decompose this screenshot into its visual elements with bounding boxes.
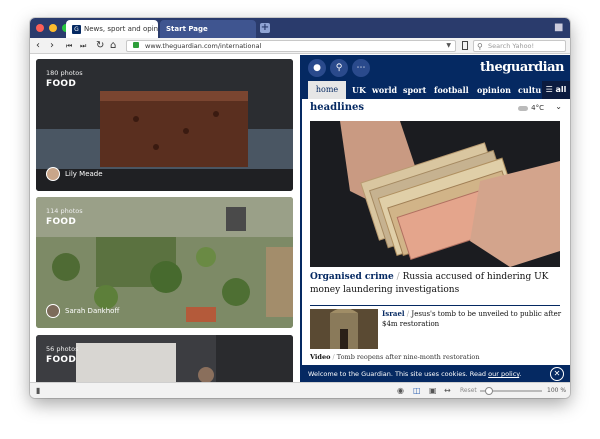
photo-count: 180 photos [46, 69, 83, 77]
fast-forward-icon[interactable]: ⏭ [80, 39, 86, 53]
cookie-text-end: . [519, 370, 522, 378]
more-icon[interactable]: ⋯ [352, 59, 370, 77]
browser-window: GNews, sport and opinion from Start Page… [30, 18, 570, 398]
bookmark-icon[interactable] [462, 41, 468, 50]
guardian-favicon-icon: G [72, 24, 81, 34]
address-bar[interactable]: www.theguardian.com/international ▼ [126, 40, 456, 52]
tab-label: News, sport and opinion from [84, 25, 158, 33]
lead-story-image[interactable] [310, 121, 560, 267]
close-window-button[interactable] [36, 24, 44, 32]
tab-guardian[interactable]: GNews, sport and opinion from [66, 20, 158, 38]
lock-icon [133, 42, 139, 48]
temperature: 4°C [531, 104, 544, 112]
cookie-text: Welcome to the Guardian. This site uses … [308, 370, 487, 378]
nav-item-world[interactable]: world [372, 81, 397, 99]
nav-item-home[interactable]: home [308, 81, 346, 99]
banknotes-photo [310, 121, 560, 267]
guardian-header: ● ⚲ ⋯ theguardian [302, 55, 570, 81]
nav-item-football[interactable]: football [434, 81, 469, 99]
story-kicker: Israel [382, 309, 405, 318]
lead-story[interactable]: Organised crime / Russia accused of hind… [310, 271, 560, 297]
new-tab-button[interactable]: + [260, 23, 270, 33]
card-title: FOOD [46, 79, 77, 89]
kicker-separator: / [396, 272, 400, 282]
reload-icon[interactable]: ↻ [96, 39, 104, 53]
nav-item-culture[interactable]: cultu [518, 81, 541, 99]
url-text: www.theguardian.com/international [145, 42, 262, 50]
trash-icon[interactable]: ■ [554, 22, 564, 34]
all-label: all [555, 85, 567, 94]
zoom-level: 100 % [547, 387, 567, 394]
code-icon[interactable]: ↔ [444, 385, 451, 397]
tiling-icon[interactable]: ◫ [413, 385, 421, 397]
zoom-slider-handle[interactable] [485, 387, 494, 395]
tab-label: Start Page [166, 25, 208, 33]
photo-panel: 180 photos FOOD Lily Meade 114 photos FO… [30, 55, 298, 382]
tomb-photo [310, 308, 378, 349]
minimize-window-button[interactable] [49, 24, 57, 32]
section-nav: home UK world sport football opinion cul… [302, 81, 570, 99]
tab-bar: GNews, sport and opinion from Start Page… [30, 18, 570, 38]
nav-item-uk[interactable]: UK [352, 81, 366, 99]
zoom-reset-button[interactable]: Reset [460, 387, 477, 394]
divider [310, 305, 560, 306]
home-icon[interactable]: ⌂ [110, 39, 116, 53]
chevron-down-icon[interactable]: ⌄ [555, 102, 562, 111]
section-title: headlines [310, 102, 364, 113]
image-icon[interactable]: ▣ [429, 385, 437, 397]
story-kicker: Video [310, 353, 331, 361]
story-thumbnail[interactable] [310, 308, 378, 349]
kicker-separator: / [332, 353, 335, 361]
photo-card[interactable]: 180 photos FOOD Lily Meade [36, 59, 293, 191]
story-item[interactable]: Video / Tomb reopens after nine-month re… [310, 353, 480, 361]
avatar [46, 304, 60, 318]
forward-arrow-icon[interactable]: › [50, 39, 54, 53]
back-arrow-icon[interactable]: ‹ [36, 39, 40, 53]
photo-card[interactable]: 114 photos FOOD Sarah Dankhoff [36, 197, 293, 328]
panel-toggle-icon[interactable]: ▮ [36, 385, 40, 397]
story-kicker: Organised crime [310, 272, 394, 282]
navigation-bar: ‹ › ⏮ ⏭ ↻ ⌂ www.theguardian.com/internat… [30, 38, 570, 54]
search-placeholder: Search Yahoo! [488, 42, 535, 50]
guardian-panel: ● ⚲ ⋯ theguardian home UK world sport fo… [300, 55, 570, 382]
status-bar: ▮ ◉ ◫ ▣ ↔ Reset 100 % [30, 382, 570, 398]
nav-item-sport[interactable]: sport [403, 81, 426, 99]
card-title: FOOD [46, 355, 77, 365]
chevron-down-icon[interactable]: ▼ [446, 41, 451, 51]
author-name: Sarah Dankhoff [65, 307, 120, 315]
search-input[interactable]: ⚲ Search Yahoo! [473, 40, 566, 52]
photo-card[interactable]: 56 photos FOOD [36, 335, 293, 382]
story-headline: Tomb reopens after nine-month restoratio… [336, 353, 480, 361]
traffic-lights [36, 24, 70, 32]
all-sections-button[interactable]: ☰ all [542, 81, 570, 99]
cookie-banner: Welcome to the Guardian. This site uses … [302, 365, 570, 382]
close-icon[interactable]: ✕ [550, 367, 564, 381]
photo-count: 56 photos [46, 345, 79, 353]
nav-item-opinion[interactable]: opinion [477, 81, 511, 99]
cloud-icon [518, 105, 529, 111]
rewind-icon[interactable]: ⏮ [66, 39, 72, 53]
kicker-separator: / [406, 310, 410, 318]
card-author: Lily Meade [46, 167, 103, 181]
tab-start-page[interactable]: Start Page [160, 20, 256, 38]
cookie-policy-link[interactable]: our policy [488, 370, 519, 378]
camera-icon[interactable]: ◉ [397, 385, 404, 397]
story-item[interactable]: Israel / Jesus's tomb to be unveiled to … [382, 309, 562, 329]
card-title: FOOD [46, 217, 77, 227]
guardian-logo[interactable]: theguardian [480, 60, 564, 75]
card-author: Sarah Dankhoff [46, 304, 119, 318]
photo-count: 114 photos [46, 207, 83, 215]
avatar [46, 167, 60, 181]
search-icon: ⚲ [477, 42, 483, 51]
story-headline: Jesus's tomb to be unveiled to public af… [382, 310, 562, 328]
search-icon[interactable]: ⚲ [330, 59, 348, 77]
author-name: Lily Meade [65, 170, 103, 178]
profile-icon[interactable]: ● [308, 59, 326, 77]
weather-widget[interactable]: 4°C [518, 104, 544, 112]
